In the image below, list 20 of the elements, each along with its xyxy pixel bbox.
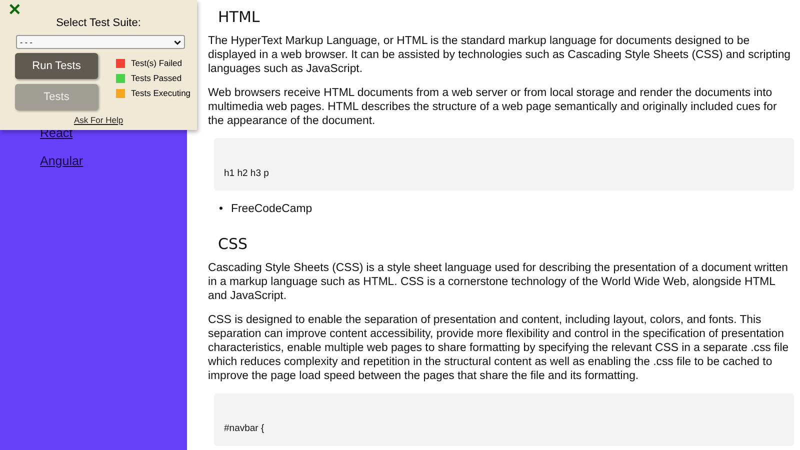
nav-link[interactable]: Angular (40, 154, 187, 168)
code-text: h1 h2 h3 p (224, 168, 269, 179)
help-link[interactable]: Ask For Help (0, 115, 197, 125)
section-heading: HTML (218, 10, 261, 24)
paragraph: Web browsers receive HTML documents from a web server or from local storage and render the documents into multimedia web pages. HTML describes the structure of a web page semantically and originally included cues for the appearance of the document. (208, 86, 778, 128)
list-item: FreeCodeCamp (231, 202, 312, 217)
section-heading: CSS (218, 237, 249, 251)
paragraph: The HyperText Markup Language, or HTML is the standard markup language for documents designed to be displayed in a web browser. It can be assisted by technologies such as Cascading Style Sheets (CSS) and scripting languages such as JavaScript. (208, 34, 792, 76)
select-label: Select Test Suite: (55, 17, 142, 29)
caret-icon (174, 40, 181, 44)
paragraph: Cascading Style Sheets (CSS) is a style sheet language used for describing the presentation of a document written in a markup language such as HTML. CSS is a cornerstone technology of the World Wide Web, alongside HTML and JavaScript. (208, 261, 789, 303)
legend-label: Tests Passed (131, 73, 182, 83)
close-icon[interactable]: ✕ (8, 2, 21, 20)
code-text: #navbar { (224, 423, 264, 434)
run-tests-button[interactable]: Run Tests (15, 53, 98, 79)
legend-label: Tests Executing (131, 88, 191, 98)
bullet-icon: • (219, 201, 223, 217)
legend-label: Test(s) Failed (131, 58, 182, 68)
paragraph: CSS is designed to enable the separation of presentation and content, including layout, colors, and fonts. This separation can improve content accessibility, provide more flexibility and control in the specification of presentation characteristics, enable multiple web pages to share formatting by specifying the relevant CSS in a separate .css file which reduces complexity and repetition in the structural content as well as enabling the .css file to be cached to improve the page load speed between the pages that share the file and its formatting. (208, 313, 790, 383)
suite-select[interactable]: - - - (16, 35, 185, 49)
